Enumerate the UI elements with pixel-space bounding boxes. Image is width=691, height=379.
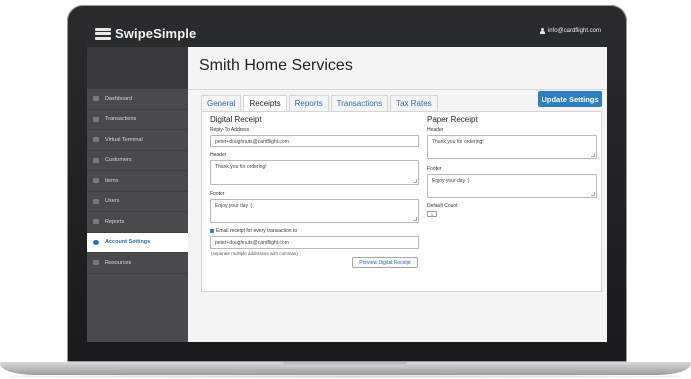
default-count-label: Default Count — [427, 203, 458, 209]
tab-general[interactable]: General — [201, 95, 242, 111]
paper-footer-label: Footer — [427, 166, 442, 172]
sidebar-item-virtual-terminal[interactable]: Virtual Terminal — [87, 130, 188, 151]
sidebar-item-resources[interactable]: Resources — [87, 253, 188, 274]
digital-header-label: Header — [210, 152, 227, 158]
tab-transactions[interactable]: Transactions — [330, 95, 389, 111]
sidebar-item-label: Items — [105, 177, 119, 184]
logo-icon — [95, 27, 111, 40]
user-icon — [539, 28, 545, 34]
receipts-panel: Digital Receipt Reply-To Address peter+d… — [201, 111, 602, 292]
app-logo[interactable]: SwipeSimple — [95, 26, 196, 41]
resize-handle-icon[interactable] — [413, 179, 417, 183]
gear-icon — [93, 239, 99, 245]
sidebar-item-label: Transactions — [105, 116, 137, 123]
sidebar-item-users[interactable]: Users — [87, 192, 188, 212]
preview-digital-receipt-button[interactable]: Preview Digital Receipt — [352, 257, 418, 268]
laptop-notch — [283, 362, 407, 367]
settings-tabs: General Receipts Reports Transactions Ta… — [201, 95, 440, 112]
paper-receipt-title: Paper Receipt — [427, 115, 478, 124]
users-icon — [93, 198, 99, 204]
digital-header-text: Thank you for ordering! — [215, 164, 267, 170]
sidebar-item-label: Dashboard — [105, 95, 132, 102]
digital-footer-label: Footer — [210, 191, 225, 197]
paper-header-text: Thank you for ordering! — [432, 139, 484, 145]
paper-footer-text: Enjoy your day :) — [432, 178, 470, 184]
customers-icon — [93, 157, 99, 163]
main-content: Smith Home Services General Receipts Rep… — [188, 47, 607, 342]
paper-header-label: Header — [427, 127, 444, 133]
laptop-shadow — [10, 375, 681, 378]
default-count-select[interactable]: 1 — [427, 211, 437, 217]
sidebar: Dashboard Transactions Virtual Terminal … — [87, 47, 188, 342]
user-email: info@cardflight.com — [547, 28, 601, 34]
sidebar-item-label: Virtual Terminal — [105, 136, 143, 143]
email-receipt-checkbox[interactable] — [210, 229, 214, 233]
tab-reports[interactable]: Reports — [288, 95, 329, 111]
paper-footer-textarea[interactable]: Enjoy your day :) — [427, 174, 597, 198]
sidebar-item-label: Resources — [105, 259, 132, 266]
email-receipt-label: Email receipt for every transaction to — [216, 228, 298, 234]
sidebar-item-label: Reports — [105, 218, 125, 225]
home-icon — [93, 96, 99, 102]
transactions-icon — [93, 116, 99, 122]
digital-receipt-title: Digital Receipt — [210, 115, 262, 124]
digital-footer-text: Enjoy your day :) — [215, 203, 253, 209]
sidebar-item-label: Account Settings — [105, 239, 151, 246]
sidebar-item-label: Users — [105, 198, 120, 205]
document-icon — [93, 260, 99, 266]
page-title: Smith Home Services — [199, 57, 353, 74]
divider — [188, 89, 607, 90]
resize-handle-icon[interactable] — [591, 192, 595, 196]
digital-header-textarea[interactable]: Thank you for ordering! — [210, 160, 419, 185]
sidebar-item-transactions[interactable]: Transactions — [87, 110, 188, 130]
paper-header-textarea[interactable]: Thank you for ordering! — [427, 135, 597, 159]
tab-receipts[interactable]: Receipts — [243, 95, 287, 112]
sidebar-item-items[interactable]: Items — [87, 171, 188, 192]
reply-to-input[interactable]: peter+doughnuts@cardflight.com — [210, 135, 419, 147]
tab-tax-rates[interactable]: Tax Rates — [390, 95, 438, 111]
sidebar-item-reports[interactable]: Reports — [87, 212, 188, 233]
resize-handle-icon[interactable] — [413, 217, 417, 221]
user-menu[interactable]: info@cardflight.com — [539, 28, 601, 34]
sidebar-item-label: Customers — [105, 157, 132, 164]
top-bar: SwipeSimple info@cardflight.com — [87, 20, 607, 47]
digital-footer-textarea[interactable]: Enjoy your day :) — [210, 199, 419, 223]
terminal-icon — [93, 137, 99, 143]
laptop-base — [0, 362, 691, 375]
resize-handle-icon[interactable] — [591, 153, 595, 157]
email-recipients-input[interactable]: peter+doughnuts@cardflight.com — [210, 236, 419, 249]
email-hint: (separate multiple addresses with commas… — [211, 251, 298, 256]
sidebar-item-account-settings[interactable]: Account Settings — [87, 232, 188, 253]
chart-icon — [93, 219, 99, 225]
update-settings-button[interactable]: Update Settings — [538, 91, 602, 107]
sidebar-item-dashboard[interactable]: Dashboard — [87, 89, 188, 110]
laptop-screen: SwipeSimple info@cardflight.com Dashboar… — [87, 20, 607, 342]
sidebar-header — [87, 47, 188, 89]
sidebar-item-customers[interactable]: Customers — [87, 151, 188, 171]
reply-to-label: Reply-To Address — [210, 127, 250, 133]
logo-text: SwipeSimple — [115, 26, 197, 41]
tag-icon — [93, 178, 99, 184]
